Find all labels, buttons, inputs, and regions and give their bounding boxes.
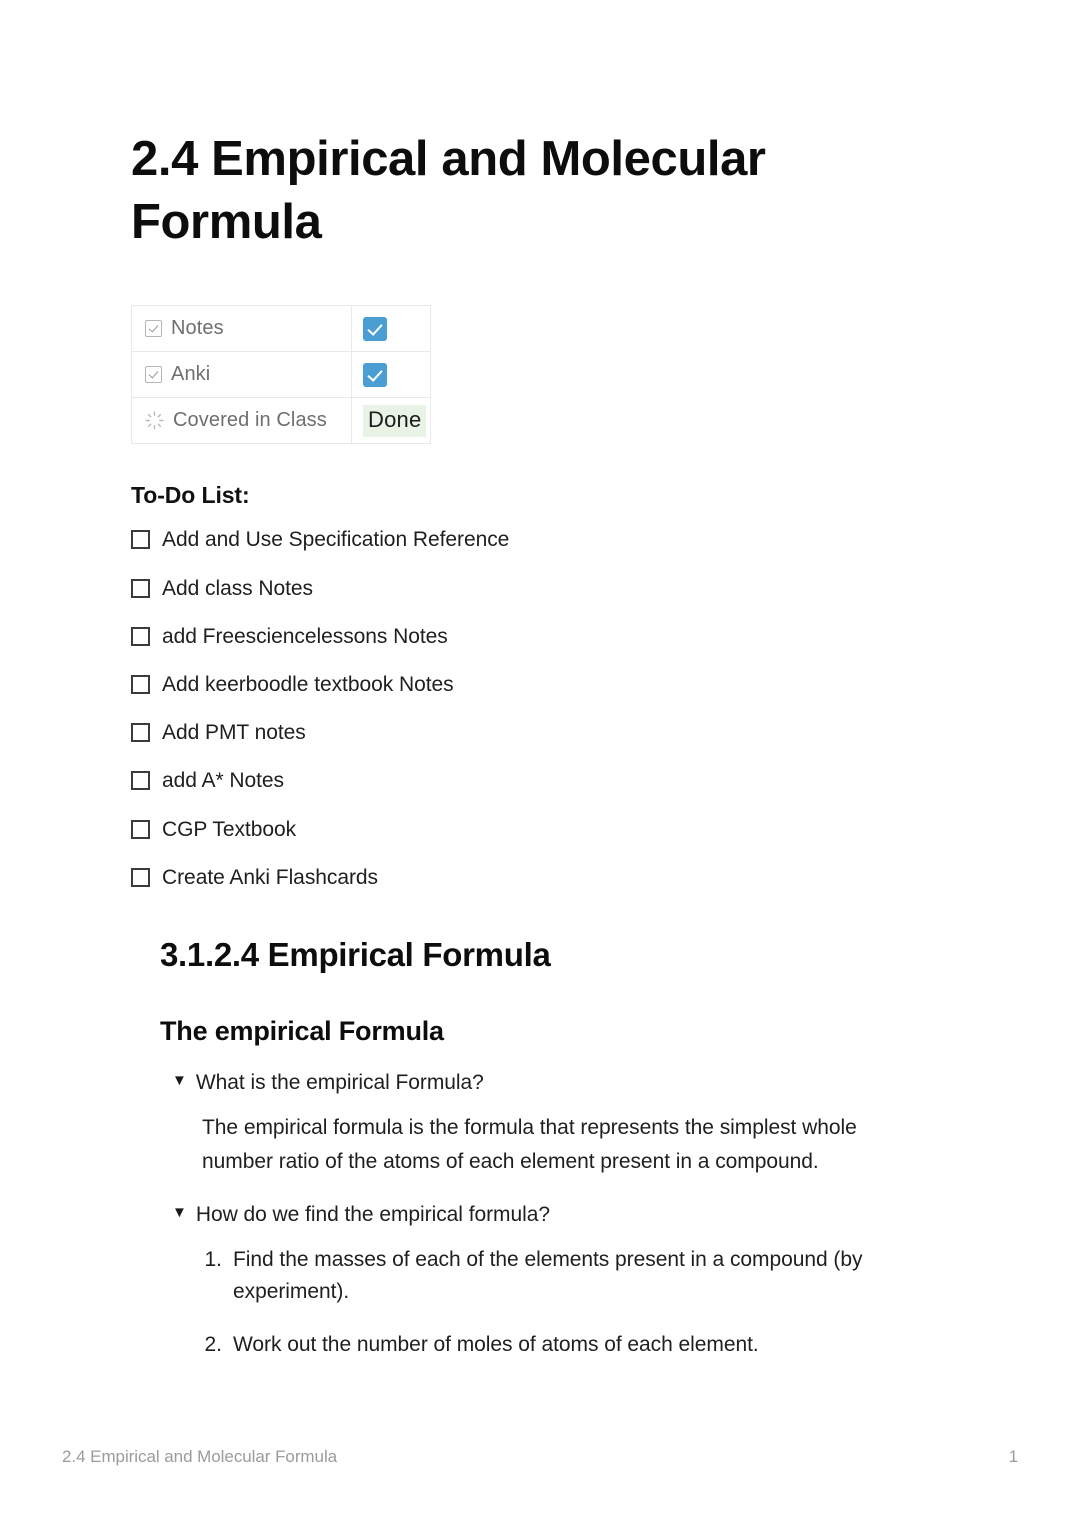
footer-document-title: 2.4 Empirical and Molecular Formula bbox=[62, 1447, 338, 1466]
list-marker: 2. bbox=[204, 1332, 222, 1356]
checkbox-unchecked-icon[interactable] bbox=[131, 530, 150, 550]
property-value-cell[interactable]: Done bbox=[351, 397, 431, 445]
checkbox-checked-icon bbox=[145, 366, 162, 384]
property-label: Notes bbox=[171, 317, 224, 340]
property-value-cell[interactable] bbox=[351, 351, 431, 399]
toggle-block-method: ▼ How do we find the empirical formula? … bbox=[172, 1201, 951, 1361]
numbered-list: 1. Find the masses of each of the elemen… bbox=[202, 1244, 951, 1362]
checkbox-unchecked-icon[interactable] bbox=[131, 578, 150, 598]
list-item[interactable]: Add PMT notes bbox=[131, 720, 951, 745]
list-item[interactable]: add A* Notes bbox=[131, 768, 951, 793]
checkbox-unchecked-icon[interactable] bbox=[131, 675, 150, 694]
list-item[interactable]: Add keerboodle textbook Notes bbox=[131, 672, 951, 697]
todo-item-label: Add class Notes bbox=[162, 576, 313, 600]
todo-item-label: CGP Textbook bbox=[162, 817, 297, 841]
toggle-title: What is the empirical Formula? bbox=[195, 1070, 484, 1094]
footer-page-number: 1 bbox=[1008, 1447, 1018, 1466]
table-row: Covered in Class Done bbox=[131, 397, 431, 445]
list-item: 2. Work out the number of moles of atoms… bbox=[202, 1329, 951, 1362]
properties-table-wrapper: Notes Anki Covered in Class Done bbox=[131, 305, 951, 445]
property-name-cell: Covered in Class bbox=[131, 397, 352, 445]
chevron-down-icon[interactable]: ▼ bbox=[172, 1069, 187, 1093]
property-name-cell: Notes bbox=[131, 305, 352, 353]
list-item[interactable]: add Freesciencelessons Notes bbox=[131, 624, 951, 649]
table-row: Notes bbox=[131, 305, 431, 353]
checkbox-toggle-anki[interactable] bbox=[363, 362, 387, 387]
todo-item-label: Create Anki Flashcards bbox=[162, 865, 378, 889]
list-item-text: Find the masses of each of the elements … bbox=[233, 1247, 863, 1304]
status-badge[interactable]: Done bbox=[363, 404, 427, 437]
list-item-text: Work out the number of moles of atoms of… bbox=[233, 1332, 759, 1356]
toggle-header[interactable]: ▼ What is the empirical Formula? bbox=[172, 1069, 951, 1097]
paragraph: The empirical formula is the formula tha… bbox=[202, 1116, 857, 1174]
todo-item-label: Add and Use Specification Reference bbox=[162, 528, 510, 552]
properties-table: Notes Anki Covered in Class Done bbox=[131, 305, 431, 445]
checkbox-unchecked-icon[interactable] bbox=[131, 723, 150, 743]
checkbox-unchecked-icon[interactable] bbox=[131, 867, 150, 887]
toggle-header[interactable]: ▼ How do we find the empirical formula? bbox=[172, 1201, 951, 1229]
sunburst-icon bbox=[145, 411, 164, 430]
checkbox-unchecked-icon[interactable] bbox=[131, 626, 150, 646]
property-label: Anki bbox=[171, 363, 211, 386]
page-title: 2.4 Empirical and Molecular Formula bbox=[131, 132, 766, 249]
toggle-content: 1. Find the masses of each of the elemen… bbox=[202, 1244, 951, 1362]
checkbox-checked-icon bbox=[145, 320, 162, 338]
property-name-cell: Anki bbox=[131, 351, 352, 399]
document-page: 2.4 Empirical and Molecular Formula Note… bbox=[0, 0, 1080, 1528]
section-heading-1: 3.1.2.4 Empirical Formula bbox=[160, 935, 551, 973]
list-item[interactable]: CGP Textbook bbox=[131, 817, 951, 842]
property-value-cell[interactable] bbox=[351, 305, 431, 353]
list-marker: 1. bbox=[204, 1247, 222, 1271]
chevron-down-icon[interactable]: ▼ bbox=[172, 1201, 187, 1225]
list-item[interactable]: Add class Notes bbox=[131, 576, 951, 601]
checkbox-toggle-notes[interactable] bbox=[363, 316, 387, 341]
toggle-content: The empirical formula is the formula tha… bbox=[202, 1111, 951, 1179]
toggle-block-definition: ▼ What is the empirical Formula? The emp… bbox=[172, 1069, 951, 1179]
property-label: Covered in Class bbox=[173, 409, 327, 432]
checkbox-unchecked-icon[interactable] bbox=[131, 771, 150, 791]
todo-item-label: Add keerboodle textbook Notes bbox=[162, 673, 454, 696]
list-item[interactable]: Create Anki Flashcards bbox=[131, 865, 951, 890]
toggle-title: How do we find the empirical formula? bbox=[195, 1203, 551, 1227]
page-content: 2.4 Empirical and Molecular Formula Note… bbox=[131, 0, 951, 1381]
todo-item-label: add Freesciencelessons Notes bbox=[162, 624, 448, 648]
list-item: 1. Find the masses of each of the elemen… bbox=[202, 1244, 951, 1309]
todo-item-label: add A* Notes bbox=[162, 769, 284, 793]
table-row: Anki bbox=[131, 351, 431, 399]
checkbox-unchecked-icon[interactable] bbox=[131, 819, 150, 839]
section-heading-2: The empirical Formula bbox=[160, 1015, 444, 1046]
list-item[interactable]: Add and Use Specification Reference bbox=[131, 527, 951, 552]
todo-item-label: Add PMT notes bbox=[162, 721, 306, 745]
todo-list: Add and Use Specification Reference Add … bbox=[131, 527, 951, 890]
page-footer: 2.4 Empirical and Molecular Formula 1 bbox=[62, 1447, 1018, 1467]
todo-list-heading: To-Do List: bbox=[131, 482, 250, 509]
